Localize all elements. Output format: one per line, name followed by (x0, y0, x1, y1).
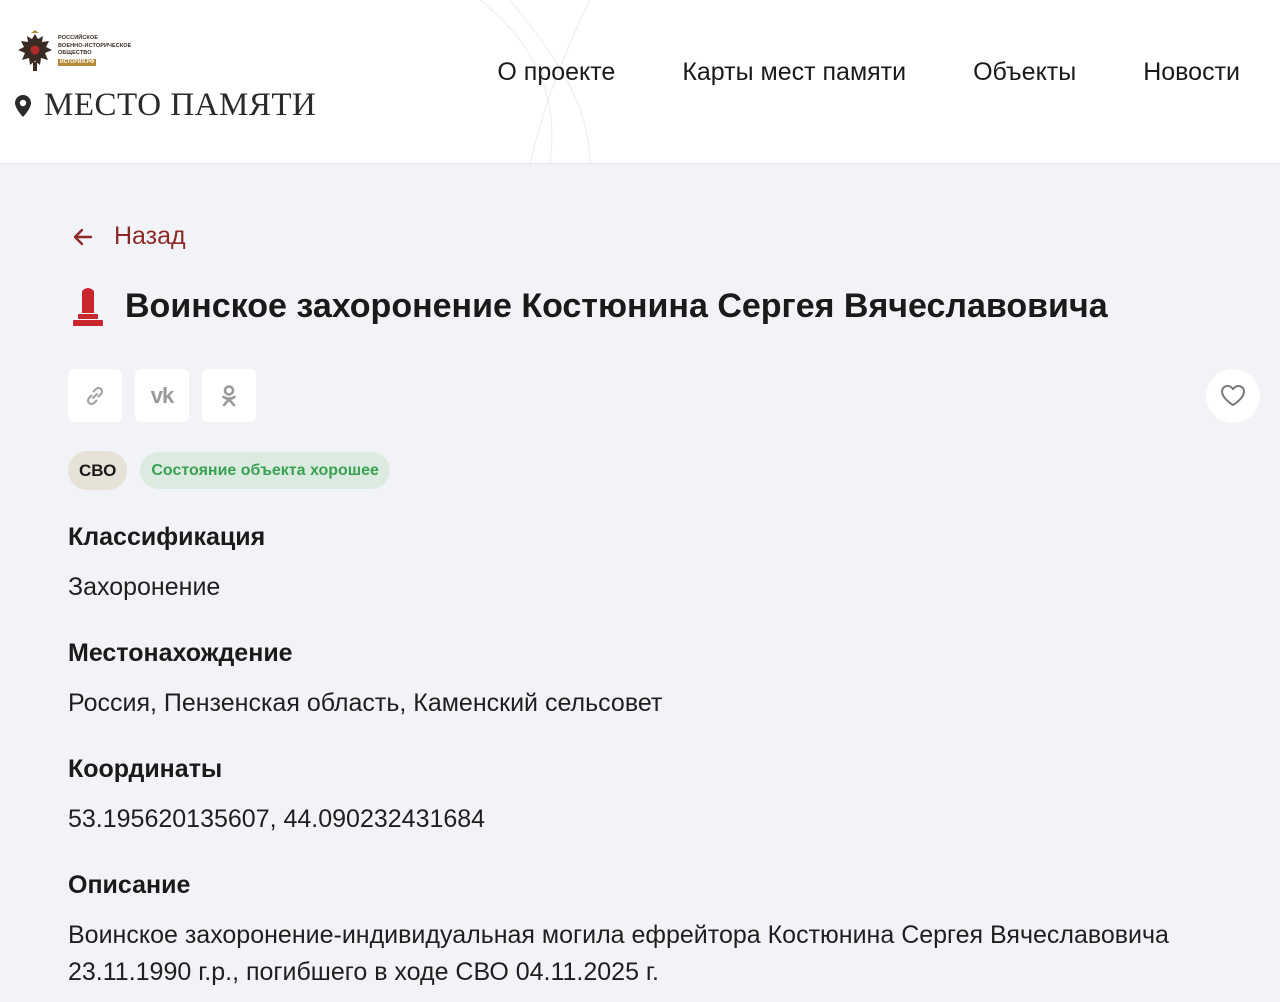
location-value: Россия, Пензенская область, Каменский се… (68, 689, 663, 717)
nav-news[interactable]: Новости (1143, 58, 1240, 87)
share-buttons: vk (68, 369, 269, 422)
link-icon (86, 386, 104, 405)
page-title: Воинское захоронение Костюнина Сергея Вя… (125, 286, 1108, 325)
description-value: Воинское захоронение-индивидуальная моги… (68, 921, 1169, 986)
site-header: РОССИЙСКОЕ ВОЕННО-ИСТОРИЧЕСКОЕ ОБЩЕСТВО … (0, 0, 1280, 164)
location-pin-icon (15, 94, 31, 117)
rvio-logo: РОССИЙСКОЕ ВОЕННО-ИСТОРИЧЕСКОЕ ОБЩЕСТВО … (16, 30, 136, 74)
nav-maps[interactable]: Карты мест памяти (682, 58, 906, 87)
classification-value: Захоронение (68, 573, 221, 601)
main-nav: О проекте Карты мест памяти Объекты Ново… (497, 58, 1240, 87)
site-logo[interactable]: РОССИЙСКОЕ ВОЕННО-ИСТОРИЧЕСКОЕ ОБЩЕСТВО … (14, 30, 317, 130)
back-link[interactable]: Назад (72, 222, 186, 251)
eagle-emblem-icon (18, 30, 52, 71)
category-badge: СВО (68, 451, 128, 490)
location-label: Местонахождение (68, 639, 293, 667)
ok-icon (222, 384, 236, 406)
object-info: Классификация Захоронение Местонахождени… (68, 520, 1268, 1002)
object-heading: Воинское захоронение Костюнина Сергея Вя… (70, 285, 1108, 327)
org-line-3: ОБЩЕСТВО (58, 50, 92, 56)
ok-share-button[interactable] (202, 369, 256, 422)
heart-icon (1221, 385, 1245, 406)
description-label: Описание (68, 871, 191, 899)
org-line-2: ВОЕННО-ИСТОРИЧЕСКОЕ (58, 42, 132, 49)
vk-icon: vk (150, 382, 175, 408)
vk-share-button[interactable]: vk (135, 369, 189, 422)
copy-link-button[interactable] (68, 369, 122, 422)
coordinates-label: Координаты (68, 755, 223, 783)
arrow-left-icon (73, 228, 93, 245)
nav-about[interactable]: О проекте (497, 58, 615, 87)
status-badge: Состояние объекта хорошее (140, 452, 390, 489)
back-label: Назад (114, 222, 186, 250)
coordinates-value[interactable]: 53.195620135607, 44.090232431684 (68, 801, 1268, 837)
site-title: МЕСТО ПАМЯТИ (44, 87, 317, 123)
object-badges: СВО Состояние объекта хорошее (68, 451, 390, 490)
nav-objects[interactable]: Объекты (973, 58, 1076, 87)
org-badge: ИСТОРИЯ.РФ (58, 58, 97, 66)
favorite-button[interactable] (1206, 369, 1260, 423)
monument-icon (73, 288, 103, 326)
org-line-1: РОССИЙСКОЕ (58, 35, 98, 41)
classification-label: Классификация (68, 523, 266, 551)
